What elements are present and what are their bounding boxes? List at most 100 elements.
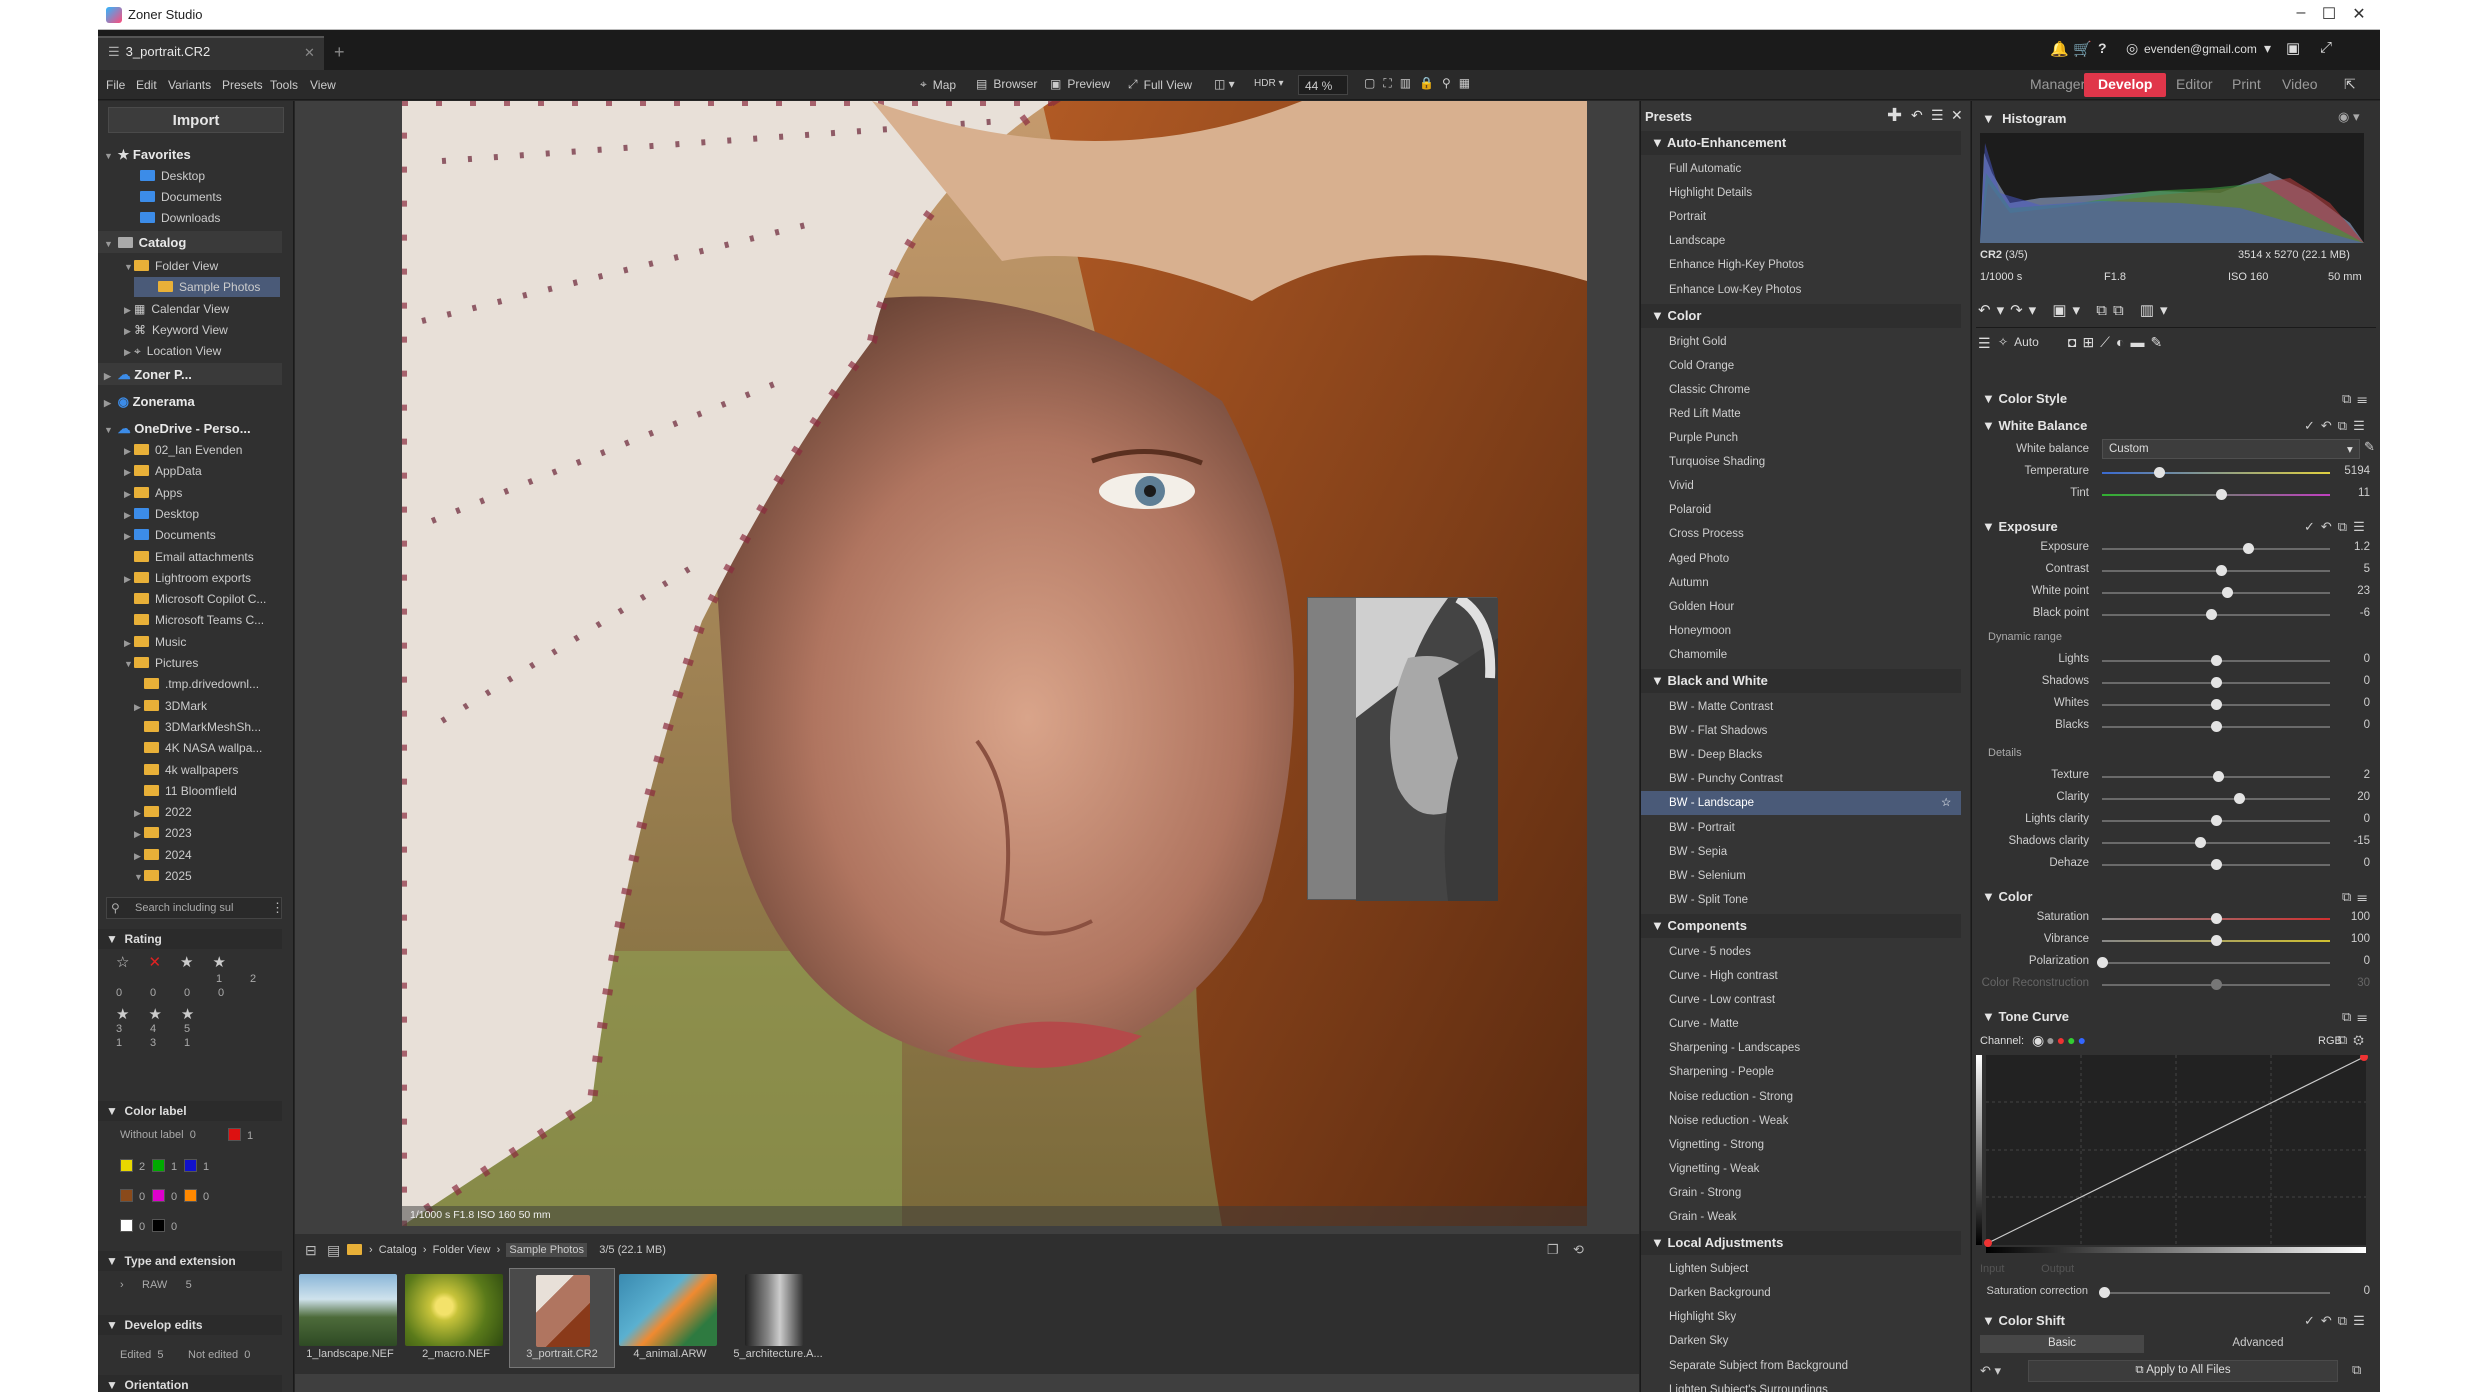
histogram-settings-icon[interactable]: ◉ ▾	[2338, 109, 2359, 125]
slider-clarity[interactable]: Clarity 20	[1972, 791, 2380, 809]
preset-item[interactable]: BW - Sepia	[1641, 840, 1961, 864]
onedrive-folder[interactable]: ▼ Pictures	[124, 656, 198, 670]
preset-category[interactable]: ▼ Components	[1641, 913, 1961, 938]
slider-value[interactable]: 0	[2334, 719, 2370, 731]
zoom-input[interactable]: 44 %	[1298, 75, 1348, 95]
curve-io-fields[interactable]: Input Output	[1980, 1263, 2074, 1275]
onedrive-folder[interactable]: 11 Bloomfield	[134, 784, 237, 798]
folder-nav-icon[interactable]: ▤	[327, 1242, 340, 1259]
slider-value[interactable]: 30	[2334, 977, 2370, 989]
minimize-button[interactable]: –	[2290, 4, 2312, 26]
slider-lightsclarity[interactable]: Lights clarity 0	[1972, 813, 2380, 831]
close-panel-icon[interactable]: ✕	[1951, 107, 1963, 124]
histogram-header[interactable]: ▼ Histogram	[1972, 107, 2380, 131]
preset-item[interactable]: Full Automatic	[1641, 157, 1961, 181]
slider-value[interactable]: 0	[2334, 857, 2370, 869]
preset-item[interactable]: Aged Photo	[1641, 547, 1961, 571]
expand-arrow-icon[interactable]: ▶	[124, 446, 134, 457]
mode-develop[interactable]: Develop	[2084, 73, 2167, 97]
new-tab-button[interactable]: +	[334, 42, 345, 63]
slider-dehaze[interactable]: Dehaze 0	[1972, 857, 2380, 875]
preset-item[interactable]: Darken Sky	[1641, 1329, 1961, 1353]
catalog-keyword-view[interactable]: ▶ ⌘ Keyword View	[124, 323, 228, 337]
preset-item[interactable]: Cross Process	[1641, 522, 1961, 546]
preset-item[interactable]: BW - Selenium	[1641, 864, 1961, 888]
fav-documents[interactable]: Documents	[140, 190, 222, 204]
slider-value[interactable]: 0	[2334, 813, 2370, 825]
expand-arrow-icon[interactable]: ▶	[124, 510, 134, 521]
preset-item[interactable]: Honeymoon	[1641, 619, 1961, 643]
slider-lights[interactable]: Lights 0	[1972, 653, 2380, 671]
slider-whitepoint[interactable]: White point 23	[1972, 585, 2380, 603]
section-action-icons[interactable]: ⧉☰	[2342, 889, 2373, 905]
expand-arrow-icon[interactable]: ▶	[124, 489, 134, 500]
preview-button[interactable]: ▣ Preview	[1050, 77, 1110, 91]
onedrive-folder[interactable]: ▶ 2022	[134, 805, 192, 819]
slider-value[interactable]: 100	[2334, 933, 2370, 945]
onedrive-folder[interactable]: ▶ Desktop	[124, 507, 199, 521]
orientation-header[interactable]: ▼ Orientation	[98, 1375, 282, 1392]
local-tools-icons[interactable]: ◘⊞⟋◐▬✎	[2068, 334, 2168, 351]
preset-item[interactable]: BW - Matte Contrast	[1641, 695, 1961, 719]
preset-item[interactable]: BW - Punchy Contrast	[1641, 767, 1961, 791]
onedrive-folder[interactable]: ▶ AppData	[124, 464, 202, 478]
preset-item[interactable]: BW - Portrait	[1641, 816, 1961, 840]
add-preset-icon[interactable]: ✚	[1887, 105, 1902, 126]
edited-filter[interactable]: Edited 5	[120, 1349, 163, 1361]
preset-category[interactable]: ▼ Auto-Enhancement	[1641, 131, 1961, 155]
expand-arrow-icon[interactable]: ▶	[124, 531, 134, 542]
label-magenta[interactable]: 0	[152, 1189, 177, 1203]
onedrive-folder[interactable]: ▶ 2024	[134, 848, 192, 862]
slider-handle[interactable]	[2097, 957, 2108, 968]
fullview-button[interactable]: ⤢ Full View	[1128, 77, 1192, 92]
slider-track[interactable]	[2102, 798, 2330, 800]
preset-item[interactable]: BW - Flat Shadows	[1641, 719, 1961, 743]
label-blue[interactable]: 1	[184, 1159, 209, 1173]
slider-value[interactable]: -6	[2334, 607, 2370, 619]
catalog-header[interactable]: ▼ Catalog	[104, 235, 186, 250]
preset-item[interactable]: Sharpening - People	[1641, 1060, 1961, 1084]
preset-item[interactable]: Grain - Weak	[1641, 1205, 1961, 1229]
slider-shadows[interactable]: Shadows 0	[1972, 675, 2380, 693]
paste-settings-icon[interactable]: ⧉	[2352, 1362, 2361, 1378]
slider-value[interactable]: 0	[2334, 697, 2370, 709]
slider-handle[interactable]	[2206, 609, 2218, 620]
preset-item[interactable]: Noise reduction - Weak	[1641, 1109, 1961, 1133]
expand-arrow-icon[interactable]: ▼	[124, 659, 134, 669]
onedrive-folder[interactable]: ▶ 02_Ian Evenden	[124, 443, 242, 457]
close-button[interactable]: ✕	[2348, 4, 2370, 26]
zoner-photo-cloud[interactable]: ▶ ☁ Zoner P...	[104, 367, 192, 383]
menu-view[interactable]: View	[310, 78, 336, 92]
tools-menu-icon[interactable]: ☰	[1978, 335, 1991, 352]
crumb-catalog[interactable]: Catalog	[379, 1244, 417, 1256]
color-style-header[interactable]: ▼ Color Style	[1972, 387, 2380, 411]
fullscreen-icon[interactable]: ⤢	[2320, 39, 2332, 56]
onedrive-folder[interactable]: 4k wallpapers	[134, 763, 238, 777]
preset-item[interactable]: BW - Deep Blacks	[1641, 743, 1961, 767]
auto-button[interactable]: ✧ Auto	[1998, 335, 2039, 349]
catalog-location-view[interactable]: ▶ ⌖ Location View	[124, 344, 221, 359]
monitor-icon[interactable]: ▣	[2286, 39, 2300, 57]
menu-tools[interactable]: Tools	[270, 78, 298, 92]
slider-exposure[interactable]: Exposure 1.2	[1972, 541, 2380, 559]
preset-item[interactable]: Classic Chrome	[1641, 378, 1961, 402]
slider-value[interactable]: 5	[2334, 563, 2370, 575]
slider-value[interactable]: -15	[2334, 835, 2370, 847]
tone-curve-tools-icons[interactable]: ⧉⚙	[2338, 1032, 2370, 1048]
slider-tint[interactable]: Tint 11	[1972, 487, 2380, 505]
label-red[interactable]: 1	[228, 1128, 253, 1142]
reset-dropdown-icon[interactable]: ↶ ▾	[1980, 1363, 2001, 1379]
slider-handle[interactable]	[2211, 677, 2222, 688]
slider-handle[interactable]	[2195, 837, 2207, 848]
develop-edits-header[interactable]: ▼ Develop edits	[98, 1315, 282, 1335]
onedrive-folder[interactable]: ▶ Apps	[124, 486, 182, 500]
slider-handle[interactable]	[2215, 565, 2227, 576]
slider-texture[interactable]: Texture 2	[1972, 769, 2380, 787]
preset-item[interactable]: Vignetting - Weak	[1641, 1157, 1961, 1181]
menu-file[interactable]: File	[106, 78, 125, 92]
expand-arrow-icon[interactable]: ▼	[134, 872, 144, 882]
hdr-icon[interactable]: HDR ▾	[1254, 78, 1283, 89]
preset-item[interactable]: Noise reduction - Strong	[1641, 1085, 1961, 1109]
more-icon[interactable]: ⋮	[271, 900, 284, 916]
slider-handle[interactable]	[2215, 489, 2227, 500]
